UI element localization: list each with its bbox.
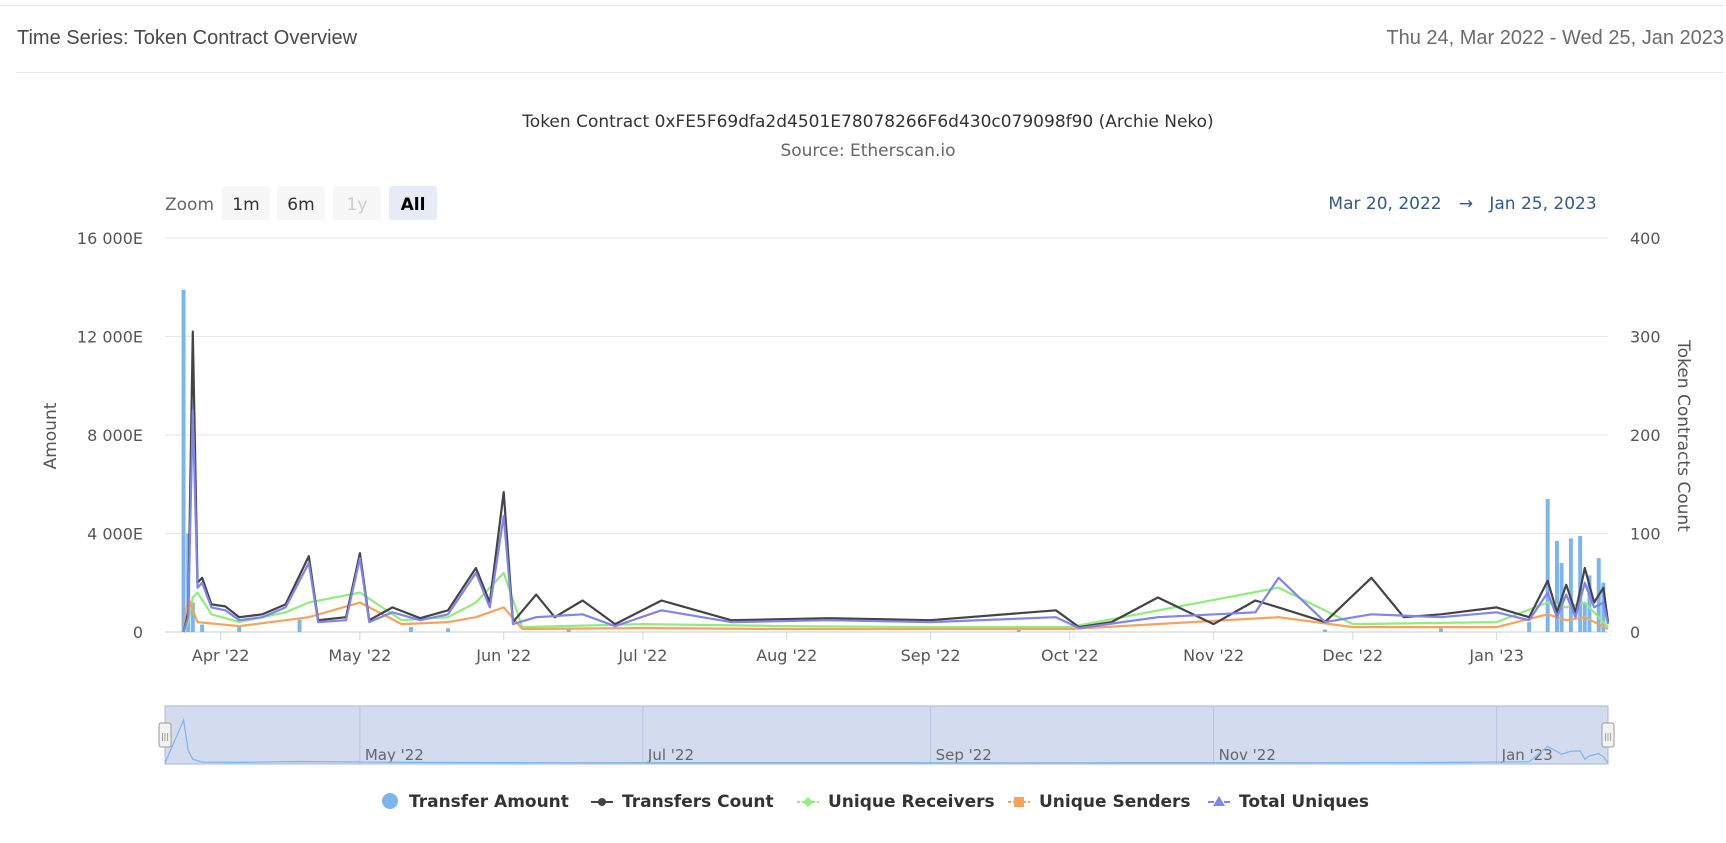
x-axis-tick-label: Nov '22 <box>1183 646 1244 665</box>
legend-label: Transfer Amount <box>409 792 569 812</box>
left-axis-tick-label: 16 000E <box>77 229 143 248</box>
legend-marker-triangle <box>1213 796 1225 806</box>
navigator-label: Sep '22 <box>936 746 992 764</box>
legend-item-unique-receivers[interactable]: Unique Receivers <box>797 792 995 812</box>
navigator-label: May '22 <box>365 746 424 764</box>
right-axis-title: Token Contracts Count <box>1673 339 1693 532</box>
legend-label: Unique Senders <box>1039 792 1191 812</box>
zoom-button-label: 1y <box>347 195 368 215</box>
legend-marker-circle <box>598 798 606 806</box>
legend-marker-circle <box>382 793 398 809</box>
zoom-button-label: 6m <box>287 195 314 215</box>
x-axis: Apr '22 May '22 Jun '22 Jul '22 Aug '22 Sep '… <box>192 632 1524 665</box>
chart-title: Token Contract 0xFE5F69dfa2d4501E7807826… <box>521 112 1213 132</box>
right-y-axis: 0 100 200 300 400 <box>1630 229 1661 642</box>
legend-item-transfers-count[interactable]: Transfers Count <box>591 792 774 812</box>
transfer-amount-bar <box>181 289 186 632</box>
legend-label: Total Uniques <box>1239 792 1369 812</box>
legend: Transfer Amount Transfers Count Unique R… <box>382 792 1369 812</box>
handle-glyph: ||| <box>1604 732 1612 741</box>
zoom-button-label: 1m <box>232 195 259 215</box>
chart-subtitle: Source: Etherscan.io <box>780 141 955 161</box>
zoom-button-1y[interactable]: 1y <box>333 186 381 220</box>
total-uniques-line <box>182 409 1610 633</box>
transfers-count-line <box>182 330 1610 633</box>
grid-lines <box>165 237 1608 633</box>
navigator-handle-right[interactable]: ||| <box>1601 722 1615 748</box>
x-axis-tick-label: Dec '22 <box>1322 646 1383 665</box>
range-to-input[interactable]: Jan 25, 2023 <box>1488 194 1596 214</box>
transfer-amount-bar <box>1545 499 1550 632</box>
right-axis-tick-label: 0 <box>1630 623 1640 642</box>
x-axis-tick-label: Jun '22 <box>475 646 531 665</box>
transfer-amount-bar <box>237 627 242 632</box>
left-axis-tick-label: 4 000E <box>87 525 143 544</box>
transfer-amount-series <box>181 289 1606 632</box>
x-axis-tick-label: Sep '22 <box>901 646 961 665</box>
line-series <box>182 330 1610 633</box>
zoom-button-6m[interactable]: 6m <box>277 186 325 220</box>
right-axis-tick-label: 200 <box>1630 426 1661 445</box>
transfer-amount-bar <box>297 619 302 632</box>
legend-label: Transfers Count <box>622 792 774 812</box>
left-axis-tick-label: 8 000E <box>87 426 143 445</box>
legend-item-transfer-amount[interactable]: Transfer Amount <box>382 792 569 812</box>
x-axis-tick-label: May '22 <box>328 646 391 665</box>
x-axis-tick-label: Oct '22 <box>1041 646 1099 665</box>
legend-marker-diamond <box>803 797 813 807</box>
transfer-amount-bar <box>566 629 571 632</box>
x-axis-tick-label: Aug '22 <box>756 646 817 665</box>
x-axis-tick-label: Jul '22 <box>617 646 667 665</box>
range-arrow: → <box>1459 194 1473 214</box>
x-axis-tick-label: Apr '22 <box>192 646 250 665</box>
range-from-input[interactable]: Mar 20, 2022 <box>1328 194 1441 214</box>
transfer-amount-bar <box>1322 629 1327 632</box>
time-series-chart: Token Contract 0xFE5F69dfa2d4501E7807826… <box>41 112 1693 812</box>
left-y-axis: 0 4 000E 8 000E 12 000E 16 000E <box>77 229 143 642</box>
left-axis-title: Amount <box>41 402 61 469</box>
transfer-amount-bar <box>1016 630 1021 632</box>
zoom-button-label: All <box>401 195 426 215</box>
right-axis-tick-label: 300 <box>1630 328 1661 347</box>
navigator-label: Jul '22 <box>647 746 694 764</box>
legend-label: Unique Receivers <box>828 792 995 812</box>
right-axis-tick-label: 100 <box>1630 525 1661 544</box>
legend-item-total-uniques[interactable]: Total Uniques <box>1208 792 1369 812</box>
zoom-button-1m[interactable]: 1m <box>222 186 270 220</box>
navigator[interactable]: May '22 Jul '22 Sep '22 Nov '22 Jan '23 ||| … <box>158 705 1615 765</box>
transfer-amount-bar <box>408 627 413 632</box>
zoom-button-all[interactable]: All <box>389 186 437 220</box>
legend-marker-square <box>1014 797 1024 807</box>
transfer-amount-bar <box>446 628 451 632</box>
unique-receivers-line <box>182 571 1609 633</box>
navigator-label: Nov '22 <box>1219 746 1276 764</box>
transfer-amount-bar <box>1438 628 1443 632</box>
range-selector: Zoom 1m 6m 1y All Mar 20, 2022 → Jan 25,… <box>165 186 1597 220</box>
legend-item-unique-senders[interactable]: Unique Senders <box>1008 792 1191 812</box>
left-axis-tick-label: 12 000E <box>77 328 143 347</box>
transfer-amount-bar <box>200 624 205 632</box>
transfer-amount-bar <box>1527 622 1532 632</box>
transfer-amount-bar <box>1568 538 1573 632</box>
right-axis-tick-label: 400 <box>1630 229 1661 248</box>
left-axis-tick-label: 0 <box>133 623 143 642</box>
x-axis-tick-label: Jan '23 <box>1468 646 1524 665</box>
navigator-handle-left[interactable]: ||| <box>158 722 172 748</box>
zoom-label: Zoom <box>165 195 214 215</box>
handle-glyph: ||| <box>161 732 169 741</box>
